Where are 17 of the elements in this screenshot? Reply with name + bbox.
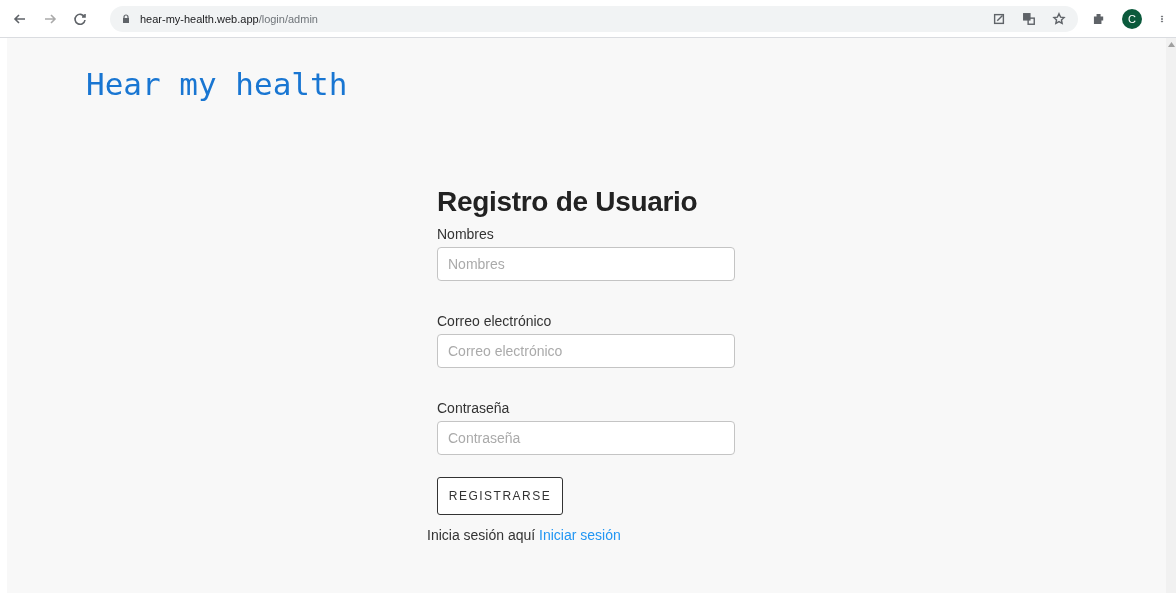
login-prompt: Inicia sesión aquí Iniciar sesión [427,527,622,543]
app-logo: Hear my health [86,66,348,102]
input-field[interactable]: Correo electrónico [437,334,735,368]
reload-icon[interactable] [72,10,88,27]
lock-icon [122,13,130,24]
register-button[interactable]: REGISTRARSE [437,477,563,515]
field-label: Contraseña [437,400,511,416]
input-field[interactable]: Contraseña [437,421,735,455]
input-field[interactable]: Nombres [437,247,735,281]
field-label: Nombres [437,226,495,242]
extensions-icon[interactable] [1092,11,1106,26]
bookmark-star-icon[interactable] [1052,11,1066,26]
field-label: Correo electrónico [437,313,553,329]
url-text: hear-my-health.web.app/login/admin [140,12,319,25]
form-title: Registro de Usuario [437,186,699,218]
profile-avatar[interactable]: C [1122,8,1142,29]
address-bar[interactable]: hear-my-health.web.app/login/admin [110,5,1078,32]
